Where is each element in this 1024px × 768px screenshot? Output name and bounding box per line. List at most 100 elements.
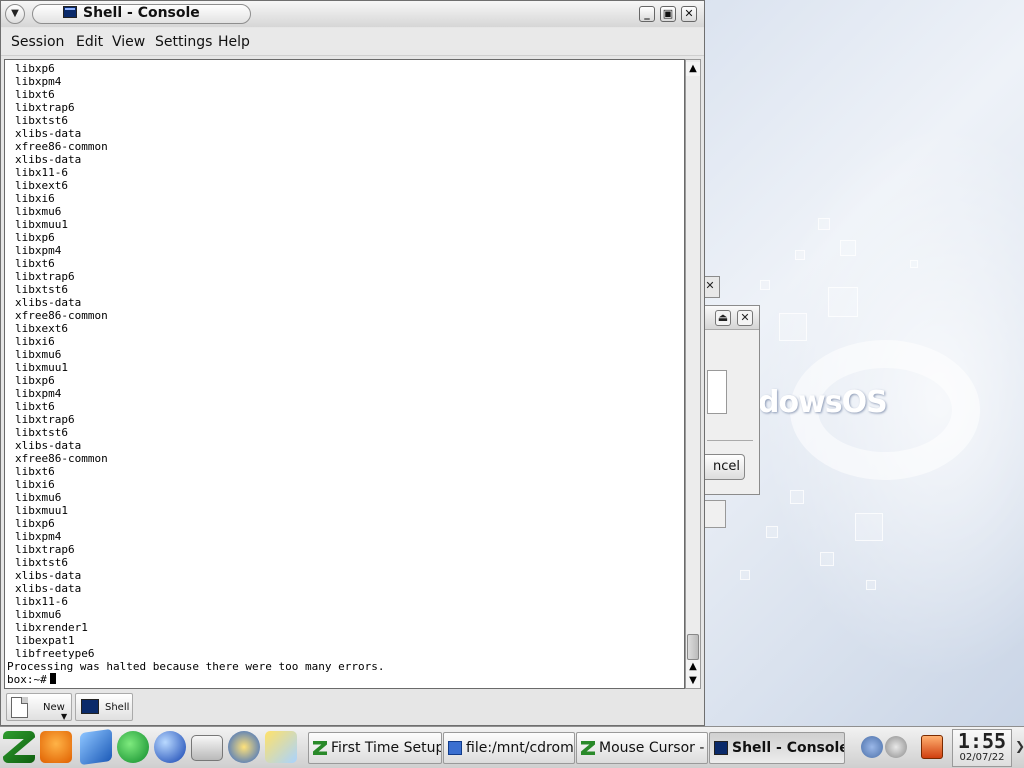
terminal-line: libxt6 bbox=[15, 465, 55, 478]
task-label: Shell - Console bbox=[732, 740, 845, 756]
cancel-button[interactable]: ncel bbox=[701, 454, 745, 480]
desktop-decoration-square bbox=[866, 580, 876, 590]
task-label: Mouse Cursor - bbox=[599, 740, 705, 756]
terminal-icon bbox=[714, 741, 728, 755]
terminal-line: libx11-6 bbox=[15, 595, 68, 608]
close-icon[interactable]: ✕ bbox=[681, 6, 697, 22]
desktop-decoration-square bbox=[820, 552, 834, 566]
new-document-icon bbox=[11, 697, 28, 718]
text-cursor bbox=[49, 673, 56, 684]
terminal-line: libxtst6 bbox=[15, 283, 68, 296]
menu-session[interactable]: Session bbox=[11, 34, 64, 50]
terminal-line: xfree86-common bbox=[15, 309, 108, 322]
scroll-up-icon[interactable]: ▲ bbox=[686, 660, 700, 674]
terminal-line: libxtst6 bbox=[15, 426, 68, 439]
desktop-decoration-square bbox=[779, 313, 807, 341]
shell-prompt: box:~# bbox=[7, 673, 47, 686]
cube-icon[interactable] bbox=[80, 728, 112, 766]
scroll-down-icon[interactable]: ▼ bbox=[686, 674, 700, 688]
maximize-icon[interactable]: ▣ bbox=[660, 6, 676, 22]
task-file-browser[interactable]: file:/mnt/cdrom1 bbox=[443, 732, 575, 764]
konsole-window[interactable]: ▼ Shell - Console _ ▣ ✕ Session Edit Vie… bbox=[0, 0, 705, 726]
globe-icon[interactable] bbox=[154, 731, 186, 763]
task-first-time-setup[interactable]: First Time Setup bbox=[308, 732, 442, 764]
terminal-line: libxmu6 bbox=[15, 491, 62, 504]
drive-icon[interactable] bbox=[191, 735, 223, 761]
terminal-line: libx11-6 bbox=[15, 166, 68, 179]
terminal-line: libxpm4 bbox=[15, 530, 62, 543]
desktop-decoration-square bbox=[910, 260, 918, 268]
taskbar-scroll-icon[interactable]: ❯ bbox=[1015, 739, 1024, 753]
desktop-decoration-square bbox=[795, 250, 805, 260]
runner-icon[interactable] bbox=[117, 731, 149, 763]
dialog-separator bbox=[707, 440, 753, 441]
terminal-line: libxtrap6 bbox=[15, 413, 75, 426]
scrollbar-thumb[interactable] bbox=[687, 634, 699, 660]
session-tab-shell[interactable]: Shell bbox=[75, 693, 133, 721]
terminal-line: libxmu6 bbox=[15, 348, 62, 361]
window-menu-icon[interactable]: ▼ bbox=[5, 4, 25, 24]
terminal-line: libxp6 bbox=[15, 517, 55, 530]
session-bar: New ▼ Shell bbox=[4, 691, 701, 723]
setup-icon bbox=[581, 741, 595, 755]
terminal-line: libxmuu1 bbox=[15, 504, 68, 517]
brush-icon[interactable] bbox=[265, 731, 297, 763]
task-label: First Time Setup bbox=[331, 740, 442, 756]
close-icon[interactable]: ✕ bbox=[737, 310, 753, 326]
vertical-scrollbar[interactable]: ▲ ▲ ▼ bbox=[685, 59, 701, 689]
start-menu-icon[interactable] bbox=[3, 731, 35, 763]
life-vest-icon[interactable] bbox=[40, 731, 72, 763]
terminal-line: libxp6 bbox=[15, 231, 55, 244]
chevron-down-icon[interactable]: ▼ bbox=[61, 712, 67, 721]
minimize-icon[interactable]: _ bbox=[639, 6, 655, 22]
terminal-line: xlibs-data bbox=[15, 569, 82, 582]
desktop-decoration-square bbox=[760, 280, 770, 290]
desktop-decoration-square bbox=[828, 287, 858, 317]
terminal-line: libxmu6 bbox=[15, 608, 62, 621]
menu-edit[interactable]: Edit bbox=[76, 34, 103, 50]
terminal-line: libxext6 bbox=[15, 179, 68, 192]
menu-view[interactable]: View bbox=[112, 34, 145, 50]
window-titlebar[interactable]: ▼ Shell - Console _ ▣ ✕ bbox=[1, 1, 704, 27]
new-session-button[interactable]: New ▼ bbox=[6, 693, 72, 721]
terminal-line: libfreetype6 bbox=[15, 647, 95, 660]
menu-settings[interactable]: Settings bbox=[155, 34, 212, 50]
session-tab-label: Shell bbox=[105, 702, 130, 713]
volume-icon[interactable] bbox=[861, 736, 883, 758]
terminal-line: libxp6 bbox=[15, 374, 55, 387]
terminal-line: libxpm4 bbox=[15, 387, 62, 400]
clock[interactable]: 1:55 02/07/22 bbox=[952, 729, 1012, 767]
prompt-line[interactable]: box:~# bbox=[7, 673, 385, 686]
terminal-line: libexpat1 bbox=[15, 634, 75, 647]
shade-icon[interactable]: ⏏ bbox=[715, 310, 731, 326]
terminal-line: xfree86-common bbox=[15, 452, 108, 465]
terminal-line: xlibs-data bbox=[15, 127, 82, 140]
terminal-line: xlibs-data bbox=[15, 296, 82, 309]
terminal-line: libxpm4 bbox=[15, 75, 62, 88]
terminal-line: libxmuu1 bbox=[15, 361, 68, 374]
task-shell-console[interactable]: Shell - Console bbox=[709, 732, 845, 764]
background-dialog[interactable]: ⏏ ✕ ncel bbox=[700, 305, 760, 495]
desktop-decoration-square bbox=[818, 218, 830, 230]
terminal-output[interactable]: libxp6 libxpm4 libxt6 libxtrap6 libxtst6 xlib… bbox=[4, 59, 685, 689]
scroll-up-icon[interactable]: ▲ bbox=[686, 62, 700, 76]
dialog-titlebar[interactable]: ⏏ ✕ bbox=[701, 306, 759, 330]
task-mouse-cursor[interactable]: Mouse Cursor - bbox=[576, 732, 708, 764]
network-icon[interactable] bbox=[885, 736, 907, 758]
terminal-line: libxtrap6 bbox=[15, 543, 75, 556]
taskbar: First Time Setup file:/mnt/cdrom1 Mouse … bbox=[0, 726, 1024, 768]
terminal-line: libxtst6 bbox=[15, 556, 68, 569]
terminal-line: libxpm4 bbox=[15, 244, 62, 257]
desktop-decoration-square bbox=[766, 526, 778, 538]
menu-help[interactable]: Help bbox=[218, 34, 250, 50]
terminal-line: libxi6 bbox=[15, 335, 55, 348]
clock-time: 1:55 bbox=[957, 729, 1007, 753]
terminal-line: libxi6 bbox=[15, 478, 55, 491]
window-title: Shell - Console bbox=[83, 5, 200, 21]
menu-bar: Session Edit View Settings Help bbox=[1, 28, 704, 56]
error-message-line: Processing was halted because there were… bbox=[7, 660, 385, 673]
power-icon[interactable] bbox=[921, 735, 943, 759]
people-icon[interactable] bbox=[228, 731, 260, 763]
dialog-field[interactable] bbox=[707, 370, 727, 414]
terminal-line: libxtst6 bbox=[15, 114, 68, 127]
